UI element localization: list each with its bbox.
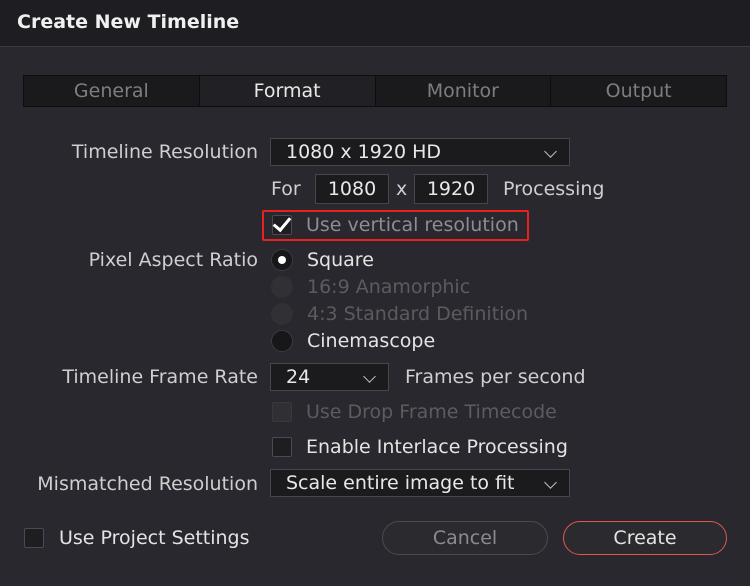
- radio-standard-definition[interactable]: [271, 303, 293, 325]
- radio-anamorphic-label: 16:9 Anamorphic: [307, 276, 471, 298]
- timeline-resolution-select[interactable]: 1080 x 1920 HD: [270, 138, 570, 166]
- tab-general[interactable]: General: [24, 76, 200, 106]
- tab-monitor[interactable]: Monitor: [376, 76, 552, 106]
- processing-label: Processing: [503, 178, 605, 200]
- mismatched-resolution-label: Mismatched Resolution: [37, 473, 258, 495]
- title-bar[interactable]: Create New Timeline: [0, 0, 750, 47]
- mismatched-resolution-value: Scale entire image to fit: [286, 472, 515, 494]
- pixel-aspect-ratio-label: Pixel Aspect Ratio: [88, 249, 258, 271]
- mismatched-resolution-select[interactable]: Scale entire image to fit: [270, 469, 570, 497]
- chevron-down-icon: [544, 476, 557, 489]
- create-button[interactable]: Create: [563, 521, 727, 555]
- radio-anamorphic[interactable]: [271, 276, 293, 298]
- dialog-title: Create New Timeline: [17, 11, 240, 33]
- tab-bar: General Format Monitor Output: [23, 75, 727, 107]
- interlace-processing-label: Enable Interlace Processing: [306, 436, 568, 458]
- radio-square[interactable]: [271, 249, 293, 271]
- drop-frame-timecode-label: Use Drop Frame Timecode: [306, 401, 557, 423]
- radio-selected-dot: [278, 256, 286, 264]
- chevron-down-icon: [544, 145, 557, 158]
- highlight-box: [262, 210, 529, 241]
- tab-output[interactable]: Output: [551, 76, 726, 106]
- use-project-settings-label: Use Project Settings: [59, 527, 250, 549]
- use-project-settings-checkbox[interactable]: [24, 528, 44, 548]
- radio-square-label: Square: [307, 249, 374, 271]
- frames-per-second-label: Frames per second: [405, 366, 586, 388]
- radio-cinemascope[interactable]: [271, 330, 293, 352]
- timeline-resolution-value: 1080 x 1920 HD: [286, 141, 441, 163]
- chevron-down-icon: [363, 370, 376, 383]
- divider: [0, 46, 750, 47]
- frame-rate-select[interactable]: 24: [270, 363, 389, 391]
- for-label: For: [271, 178, 301, 200]
- timeline-frame-rate-label: Timeline Frame Rate: [62, 366, 258, 388]
- interlace-processing-checkbox[interactable]: [272, 437, 292, 457]
- radio-standard-definition-label: 4:3 Standard Definition: [307, 303, 529, 325]
- create-timeline-dialog: Create New Timeline General Format Monit…: [0, 0, 750, 586]
- resolution-width-input[interactable]: 1080: [315, 174, 389, 204]
- cancel-button[interactable]: Cancel: [382, 521, 548, 555]
- tab-format[interactable]: Format: [199, 76, 376, 106]
- timeline-resolution-label: Timeline Resolution: [71, 141, 258, 163]
- times-label: x: [396, 178, 408, 200]
- frame-rate-value: 24: [286, 366, 311, 388]
- drop-frame-timecode-checkbox[interactable]: [272, 402, 292, 422]
- radio-cinemascope-label: Cinemascope: [307, 330, 436, 352]
- resolution-height-input[interactable]: 1920: [414, 174, 488, 204]
